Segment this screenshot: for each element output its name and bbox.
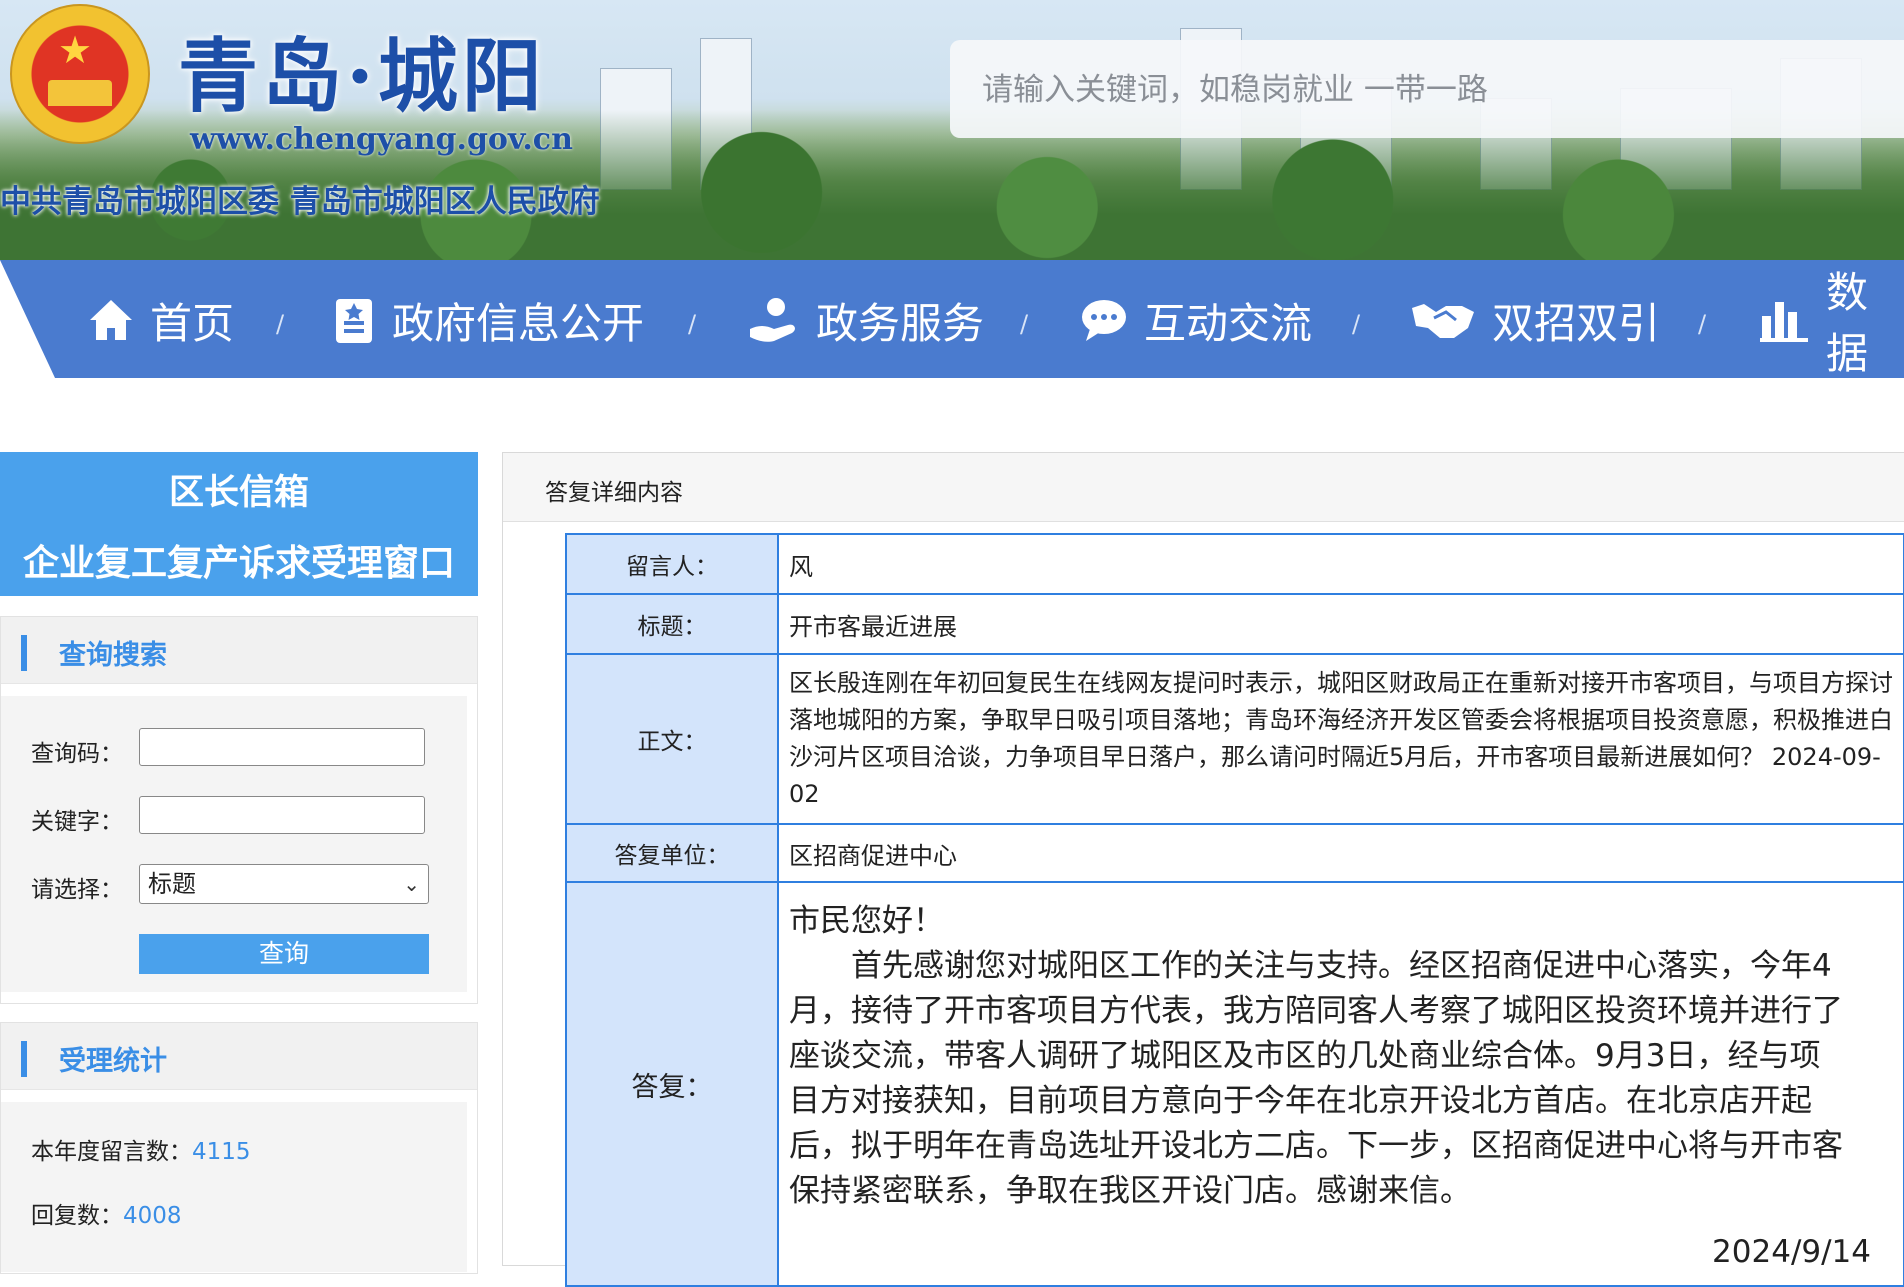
nav-item-label: 双招双引 bbox=[1492, 298, 1661, 348]
chat-icon bbox=[1080, 297, 1128, 343]
site-search-box bbox=[950, 40, 1904, 138]
nav-item-label: 首页 bbox=[150, 298, 235, 348]
star-icon: ★ bbox=[58, 28, 93, 72]
reply-cell: 市民您好！ 首先感谢您对城阳区工作的关注与支持。经区招商促进中心落实，今年4月，… bbox=[777, 881, 1904, 1287]
nav-item-label: 互动交流 bbox=[1144, 298, 1313, 348]
bar-chart-icon bbox=[1758, 298, 1810, 342]
reply-label: 答复： bbox=[565, 881, 779, 1287]
hand-service-icon bbox=[748, 295, 800, 345]
table-row: 答复单位： 区招商促进中心 bbox=[565, 823, 1904, 883]
search-panel-header: 查询搜索 bbox=[1, 617, 477, 684]
replies-stat: 回复数：4008 bbox=[31, 1196, 182, 1230]
field-select-value: 标题 bbox=[148, 870, 196, 898]
nav-item-data[interactable]: 数据 bbox=[1758, 268, 1904, 378]
panel-accent-bar bbox=[21, 635, 27, 671]
site-url: www.chengyang.gov.cn bbox=[190, 122, 573, 157]
nav-item-gov-services[interactable]: 政务服务 bbox=[748, 290, 984, 350]
author-value: 风 bbox=[777, 533, 1904, 595]
nav-item-investment[interactable]: 双招双引 bbox=[1410, 290, 1660, 350]
stats-panel-header: 受理统计 bbox=[1, 1023, 477, 1090]
reply-detail-panel: 答复详细内容 留言人： 风 标题： 开市客最近进展 正文： 区长殷连刚在年初回复… bbox=[502, 452, 1904, 1287]
reply-body: 首先感谢您对城阳区工作的关注与支持。经区招商促进中心落实，今年4月，接待了开市客… bbox=[789, 948, 1843, 1209]
document-icon bbox=[332, 295, 376, 345]
search-panel-title: 查询搜索 bbox=[59, 640, 167, 671]
national-emblem-logo: ★ bbox=[10, 4, 150, 144]
sidebar-subtitle: 企业复工复产诉求受理窗口 bbox=[22, 543, 455, 584]
sidebar-title: 区长信箱 bbox=[168, 473, 309, 513]
table-row: 留言人： 风 bbox=[565, 533, 1904, 595]
nav-item-label: 数据 bbox=[1826, 268, 1869, 378]
header-banner: ★ 青岛·城阳 www.chengyang.gov.cn 中共青岛市城阳区委 青… bbox=[0, 0, 1904, 260]
table-row: 答复： 市民您好！ 首先感谢您对城阳区工作的关注与支持。经区招商促进中心落实，今… bbox=[565, 881, 1904, 1287]
site-subtitle: 中共青岛市城阳区委 青岛市城阳区人民政府 bbox=[0, 184, 600, 220]
handshake-icon bbox=[1410, 298, 1476, 342]
nav-item-interaction[interactable]: 互动交流 bbox=[1080, 290, 1312, 350]
keyword-label: 关键字： bbox=[31, 809, 123, 835]
home-icon bbox=[88, 298, 134, 342]
site-title: 青岛·城阳 bbox=[178, 29, 546, 123]
title-value: 开市客最近进展 bbox=[777, 593, 1904, 655]
stat-label: 本年度留言数： bbox=[31, 1139, 192, 1165]
unit-label: 答复单位： bbox=[565, 823, 779, 883]
code-label: 查询码： bbox=[31, 741, 123, 767]
query-code-input[interactable] bbox=[139, 728, 425, 766]
stat-label: 回复数： bbox=[31, 1203, 123, 1229]
panel-accent-bar bbox=[21, 1041, 27, 1077]
nav-item-label: 政务服务 bbox=[816, 298, 985, 348]
field-select[interactable]: 标题 ⌄ bbox=[139, 864, 429, 904]
stat-value: 4008 bbox=[123, 1203, 182, 1229]
reply-detail-title: 答复详细内容 bbox=[545, 480, 683, 506]
search-form: 查询码： 关键字： 请选择： 标题 ⌄ 查询 bbox=[1, 696, 467, 992]
body-value: 区长殷连刚在年初回复民生在线网友提问时表示，城阳区财政局正在重新对接开市客项目，… bbox=[777, 653, 1904, 825]
reply-date: 2024/9/14 bbox=[1712, 1234, 1871, 1270]
reply-greeting: 市民您好！ bbox=[789, 903, 944, 939]
search-panel: 查询搜索 查询码： 关键字： 请选择： 标题 ⌄ 查询 bbox=[0, 616, 478, 1004]
stats-panel: 受理统计 本年度留言数：4115 回复数：4008 bbox=[0, 1022, 478, 1274]
nav-separator: / bbox=[688, 310, 697, 338]
stats-list: 本年度留言数：4115 回复数：4008 bbox=[1, 1102, 467, 1272]
nav-separator: / bbox=[1020, 310, 1029, 338]
gate-icon bbox=[48, 80, 112, 106]
site-search-input[interactable] bbox=[980, 64, 1864, 116]
sidebar-title-block: 区长信箱 企业复工复产诉求受理窗口 bbox=[0, 452, 478, 596]
year-messages-stat: 本年度留言数：4115 bbox=[31, 1132, 251, 1166]
nav-separator: / bbox=[276, 310, 285, 338]
nav-separator: / bbox=[1352, 310, 1361, 338]
query-button[interactable]: 查询 bbox=[139, 934, 429, 974]
nav-item-label: 政府信息公开 bbox=[392, 298, 645, 348]
select-label: 请选择： bbox=[31, 877, 123, 903]
table-row: 标题： 开市客最近进展 bbox=[565, 593, 1904, 655]
chevron-down-icon: ⌄ bbox=[403, 872, 420, 896]
reply-detail-table: 留言人： 风 标题： 开市客最近进展 正文： 区长殷连刚在年初回复民生在线网友提… bbox=[565, 533, 1904, 1287]
nav-item-gov-info[interactable]: 政府信息公开 bbox=[332, 290, 644, 350]
stat-value: 4115 bbox=[192, 1139, 251, 1165]
nav-item-home[interactable]: 首页 bbox=[88, 290, 234, 350]
stats-panel-title: 受理统计 bbox=[59, 1046, 167, 1077]
reply-detail-header: 答复详细内容 bbox=[503, 453, 1904, 522]
body-label: 正文： bbox=[565, 653, 779, 825]
unit-value: 区招商促进中心 bbox=[777, 823, 1904, 883]
author-label: 留言人： bbox=[565, 533, 779, 595]
main-nav: 首页 / 政府信息公开 / 政务服务 / 互动交流 / 双招双引 / 数据 bbox=[0, 260, 1904, 378]
nav-separator: / bbox=[1698, 310, 1707, 338]
table-row: 正文： 区长殷连刚在年初回复民生在线网友提问时表示，城阳区财政局正在重新对接开市… bbox=[565, 653, 1904, 825]
title-label: 标题： bbox=[565, 593, 779, 655]
keyword-input[interactable] bbox=[139, 796, 425, 834]
